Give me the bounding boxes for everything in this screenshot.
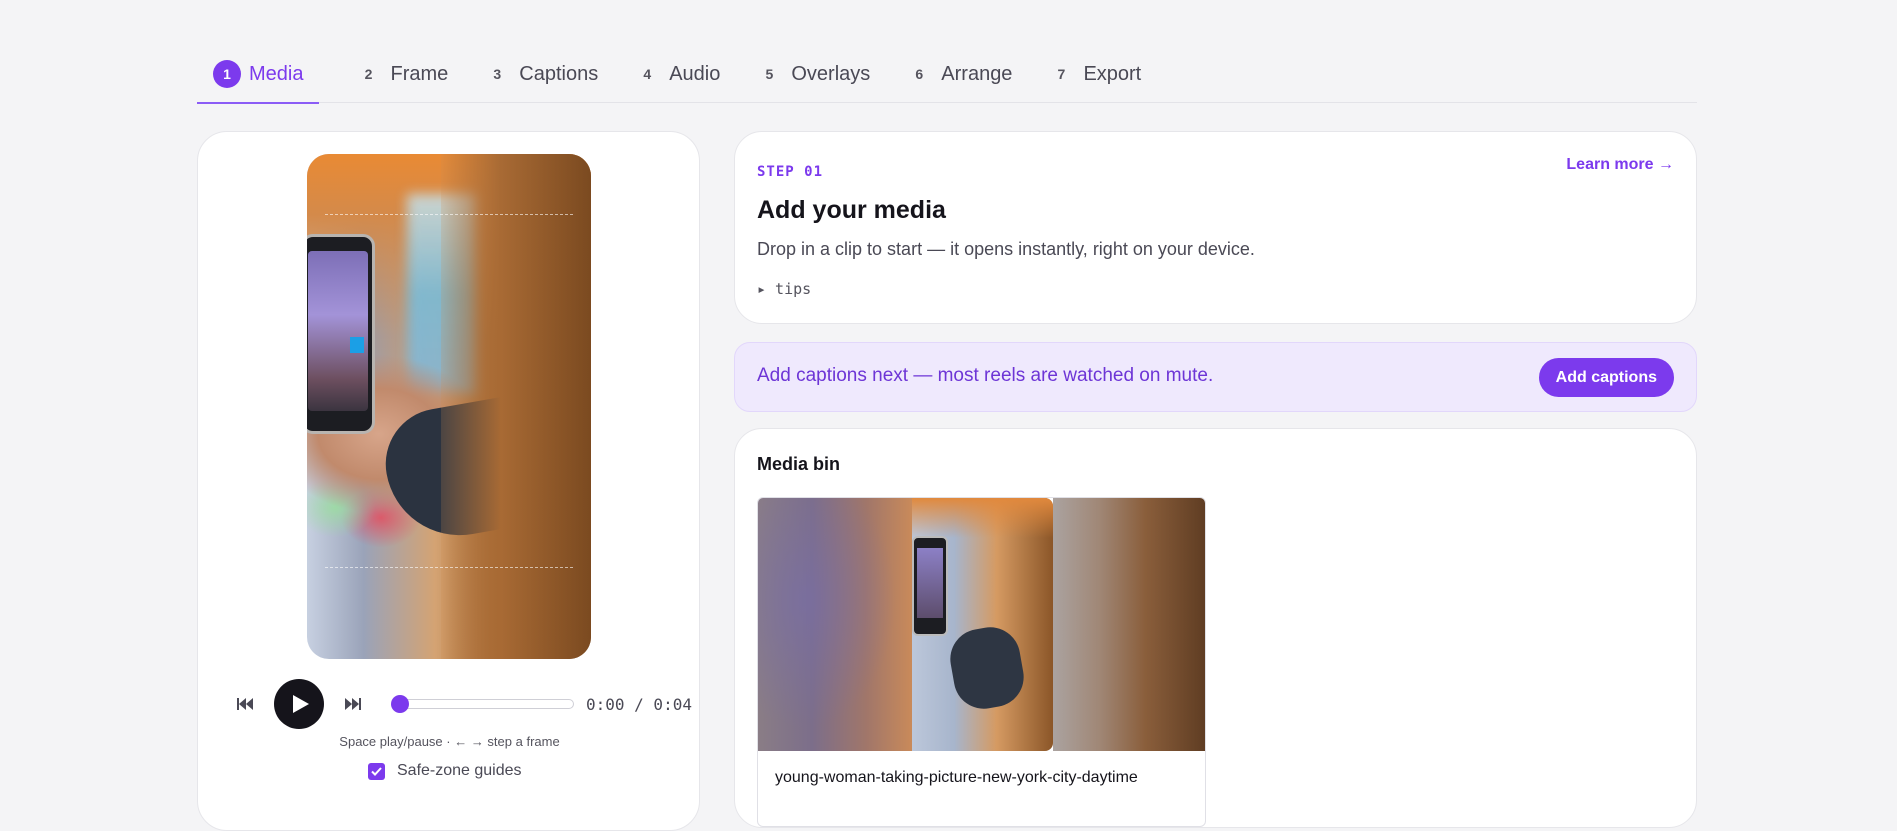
media-bin-title: Media bin (757, 454, 841, 474)
tab-number: 5 (765, 66, 774, 82)
clip-thumbnail-frame-1 (758, 498, 912, 751)
thumb-sleeve (945, 622, 1029, 714)
tab-audio[interactable]: 4 Audio (633, 52, 720, 103)
tab-export[interactable]: 7 Export (1047, 52, 1142, 103)
preview-panel: 0:00 / 0:04 Space play/pause · ← → step … (197, 131, 700, 831)
keyboard-hint: Space play/pause · ← → step a frame (339, 734, 560, 749)
check-icon (371, 766, 382, 776)
safe-zone-guide-bottom (325, 567, 573, 568)
play-button[interactable] (274, 679, 324, 729)
tab-number: 2 (364, 66, 373, 82)
playback-controls: 0:00 / 0:04 (234, 678, 694, 730)
captions-banner: Add captions next — most reels are watch… (734, 342, 1697, 412)
clip-thumbnail-frame-3 (1053, 498, 1205, 751)
step-label: STEP 01 (757, 164, 824, 180)
safe-zone-checkbox[interactable] (368, 762, 385, 780)
tab-captions[interactable]: 3 Captions (483, 52, 598, 103)
step-tabs: 1 Media 2 Frame 3 Captions 4 Audio 5 Ove… (197, 52, 1697, 104)
tab-label: Overlays (791, 63, 871, 85)
preview-coat (441, 154, 591, 659)
tab-label: Captions (519, 63, 599, 85)
play-icon (292, 695, 309, 713)
tab-arrange[interactable]: 6 Arrange (905, 52, 1012, 103)
tab-number: 1 (213, 60, 241, 88)
thumb-sky (912, 498, 1053, 538)
tab-label: Audio (669, 63, 721, 85)
preview-phone-marker (350, 337, 364, 353)
time-display: 0:00 / 0:04 (586, 694, 692, 714)
learn-more-link[interactable]: Learn more → (1566, 156, 1674, 174)
tab-label: Media (249, 63, 304, 85)
tab-label: Export (1083, 63, 1142, 85)
tab-label: Arrange (941, 63, 1013, 85)
skip-back-icon[interactable] (234, 693, 256, 715)
tab-number: 7 (1057, 66, 1066, 82)
tab-label: Frame (390, 63, 449, 85)
safe-zone-label: Safe-zone guides (397, 762, 522, 779)
tab-number: 6 (915, 66, 924, 82)
preview-phone (307, 234, 375, 434)
media-bin: Media bin young-woman-taking-picture-new… (734, 428, 1697, 828)
tab-media[interactable]: 1 Media (197, 52, 320, 104)
safe-zone-guide-top (325, 214, 573, 215)
tab-number: 4 (643, 66, 652, 82)
media-clip[interactable]: young-woman-taking-picture-new-york-city… (757, 497, 1206, 827)
safe-zone-toggle[interactable]: Safe-zone guides (368, 762, 522, 780)
video-preview[interactable] (307, 154, 591, 659)
tab-overlays[interactable]: 5 Overlays (755, 52, 870, 103)
banner-text: Add captions next — most reels are watch… (757, 365, 1214, 386)
add-captions-button[interactable]: Add captions (1538, 358, 1674, 397)
step-description: Drop in a clip to start — it opens insta… (757, 239, 1255, 259)
thumb-phone (912, 536, 948, 636)
step-title: Add your media (757, 196, 946, 224)
tab-frame[interactable]: 2 Frame (354, 52, 449, 103)
skip-forward-icon[interactable] (342, 693, 364, 715)
scrubber-thumb[interactable] (391, 695, 409, 713)
scrubber-track[interactable] (391, 695, 574, 713)
clip-thumbnail-frame-2 (912, 498, 1053, 751)
preview-phone-screen (308, 251, 368, 411)
tab-number: 3 (493, 66, 502, 82)
clip-thumbnail (758, 498, 1205, 751)
step-info-card: STEP 01 Add your media Drop in a clip to… (734, 131, 1697, 324)
tips-toggle[interactable]: ▸ tips (757, 280, 811, 298)
clip-filename: young-woman-taking-picture-new-york-city… (775, 769, 1138, 786)
